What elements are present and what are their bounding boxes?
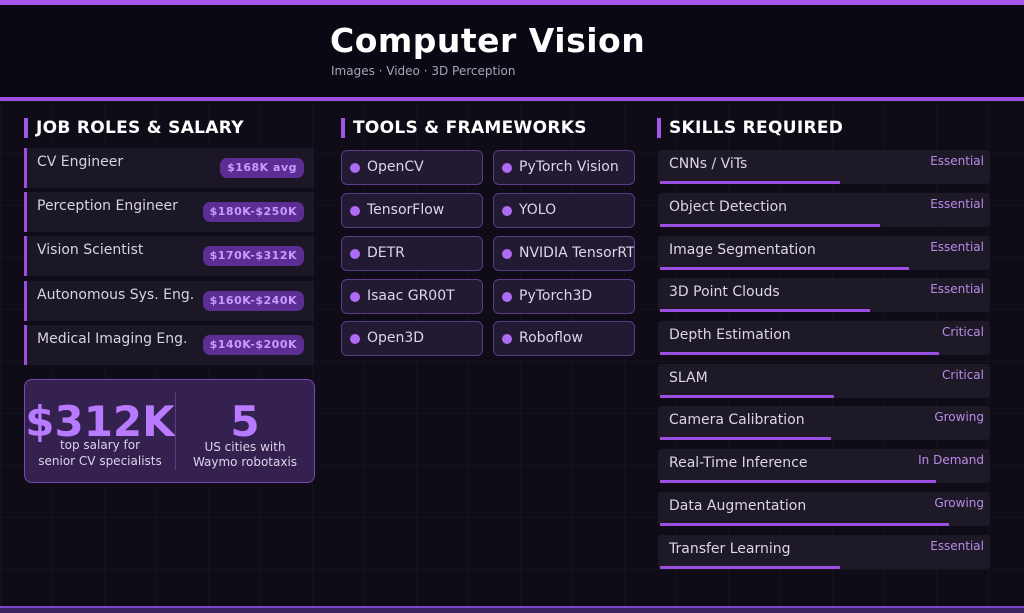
skill-progress-bar	[660, 395, 834, 398]
skill-row: Transfer Learning Essential	[658, 535, 990, 569]
tool-label: Isaac GR00T	[367, 288, 455, 304]
skill-row: Image Segmentation Essential	[658, 236, 990, 270]
skill-name: SLAM	[669, 370, 708, 386]
skill-name: Depth Estimation	[669, 327, 791, 343]
bullet-dot-icon	[350, 334, 360, 344]
tools-section-title: TOOLS & FRAMEWORKS	[341, 118, 587, 138]
skill-level-badge: Essential	[930, 282, 984, 296]
role-name: Autonomous Sys. Eng.	[37, 287, 195, 303]
tool-chip: Isaac GR00T	[341, 279, 483, 314]
stat-label: senior CV specialists	[38, 454, 162, 468]
skill-level-badge: Essential	[930, 154, 984, 168]
tool-label: YOLO	[519, 202, 557, 218]
skill-name: Data Augmentation	[669, 498, 807, 514]
skill-progress-bar	[660, 523, 949, 526]
page-title: Computer Vision	[330, 21, 646, 60]
stats-box: $312K top salary for senior CV specialis…	[24, 379, 315, 483]
salary-badge: $170K-$312K	[202, 246, 304, 266]
skill-progress-bar	[660, 224, 880, 227]
role-name: Perception Engineer	[37, 198, 178, 214]
bullet-dot-icon	[502, 292, 512, 302]
role-card: CV Engineer $168K avg	[24, 148, 314, 188]
tool-chip: Roboflow	[493, 321, 635, 356]
skill-row: Camera Calibration Growing	[658, 406, 990, 440]
tool-label: Open3D	[367, 330, 425, 346]
tool-chip: YOLO	[493, 193, 635, 228]
skills-section-title: SKILLS REQUIRED	[657, 118, 843, 138]
skill-name: Object Detection	[669, 199, 788, 215]
tool-chip: Open3D	[341, 321, 483, 356]
skill-progress-bar	[660, 566, 841, 569]
skill-row: Depth Estimation Critical	[658, 321, 990, 355]
skill-name: CNNs / ViTs	[669, 156, 748, 172]
skill-progress-bar	[660, 181, 841, 184]
bullet-dot-icon	[502, 206, 512, 216]
skill-level-badge: Essential	[930, 240, 984, 254]
tool-label: PyTorch3D	[519, 288, 593, 304]
role-name: CV Engineer	[37, 154, 124, 170]
skill-row: SLAM Critical	[658, 364, 990, 398]
tool-label: TensorFlow	[367, 202, 445, 218]
tool-chip: OpenCV	[341, 150, 483, 185]
page-subtitle: Images · Video · 3D Perception	[331, 64, 516, 78]
skill-name: Image Segmentation	[669, 242, 816, 258]
tool-chip: NVIDIA TensorRT	[493, 236, 635, 271]
skill-name: Transfer Learning	[669, 541, 791, 557]
skill-progress-bar	[660, 437, 831, 440]
role-card: Autonomous Sys. Eng. $160K-$240K	[24, 281, 314, 321]
skill-level-badge: In Demand	[918, 453, 984, 467]
role-name: Medical Imaging Eng.	[37, 331, 188, 347]
skill-row: Real-Time Inference In Demand	[658, 449, 990, 483]
salary-badge: $180K-$250K	[202, 202, 304, 222]
tool-label: OpenCV	[367, 159, 424, 175]
skill-progress-bar	[660, 267, 910, 270]
bullet-dot-icon	[350, 292, 360, 302]
tool-chip: PyTorch3D	[493, 279, 635, 314]
skill-level-badge: Growing	[934, 410, 984, 424]
skill-progress-bar	[660, 352, 939, 355]
bullet-dot-icon	[350, 206, 360, 216]
skill-level-badge: Essential	[930, 539, 984, 553]
bullet-dot-icon	[350, 249, 360, 259]
stat-label: US cities with	[204, 440, 286, 454]
skill-level-badge: Critical	[942, 325, 984, 339]
role-name: Vision Scientist	[37, 242, 144, 258]
skill-row: CNNs / ViTs Essential	[658, 150, 990, 184]
roles-section-title: JOB ROLES & SALARY	[24, 118, 244, 138]
role-card: Medical Imaging Eng. $140K-$200K	[24, 325, 314, 365]
skill-name: Camera Calibration	[669, 412, 805, 428]
skill-progress-bar	[660, 480, 936, 483]
stat-label: Waymo robotaxis	[192, 455, 298, 469]
header: Computer Vision Images · Video · 3D Perc…	[0, 5, 1024, 97]
skill-level-badge: Essential	[930, 197, 984, 211]
role-card: Perception Engineer $180K-$250K	[24, 192, 314, 232]
bottom-accent-line	[0, 606, 1024, 608]
salary-badge: $160K-$240K	[202, 291, 304, 311]
skill-row: Data Augmentation Growing	[658, 492, 990, 526]
tool-chip: TensorFlow	[341, 193, 483, 228]
skill-name: Real-Time Inference	[669, 455, 808, 471]
skill-level-badge: Growing	[934, 496, 984, 510]
bullet-dot-icon	[502, 334, 512, 344]
skill-row: 3D Point Clouds Essential	[658, 278, 990, 312]
tool-chip: PyTorch Vision	[493, 150, 635, 185]
tool-chip: DETR	[341, 236, 483, 271]
role-card: Vision Scientist $170K-$312K	[24, 236, 314, 276]
skill-name: 3D Point Clouds	[669, 284, 780, 300]
bullet-dot-icon	[502, 163, 512, 173]
bullet-dot-icon	[502, 249, 512, 259]
tool-label: PyTorch Vision	[519, 159, 619, 175]
stat-label: top salary for	[59, 438, 141, 452]
skill-progress-bar	[660, 309, 870, 312]
skill-level-badge: Critical	[942, 368, 984, 382]
stat-value: 5	[230, 397, 260, 446]
tool-label: DETR	[367, 245, 405, 261]
tool-label: NVIDIA TensorRT	[519, 245, 635, 261]
salary-badge: $168K avg	[220, 158, 304, 178]
skill-row: Object Detection Essential	[658, 193, 990, 227]
tool-label: Roboflow	[519, 330, 583, 346]
bullet-dot-icon	[350, 163, 360, 173]
salary-badge: $140K-$200K	[202, 335, 304, 355]
